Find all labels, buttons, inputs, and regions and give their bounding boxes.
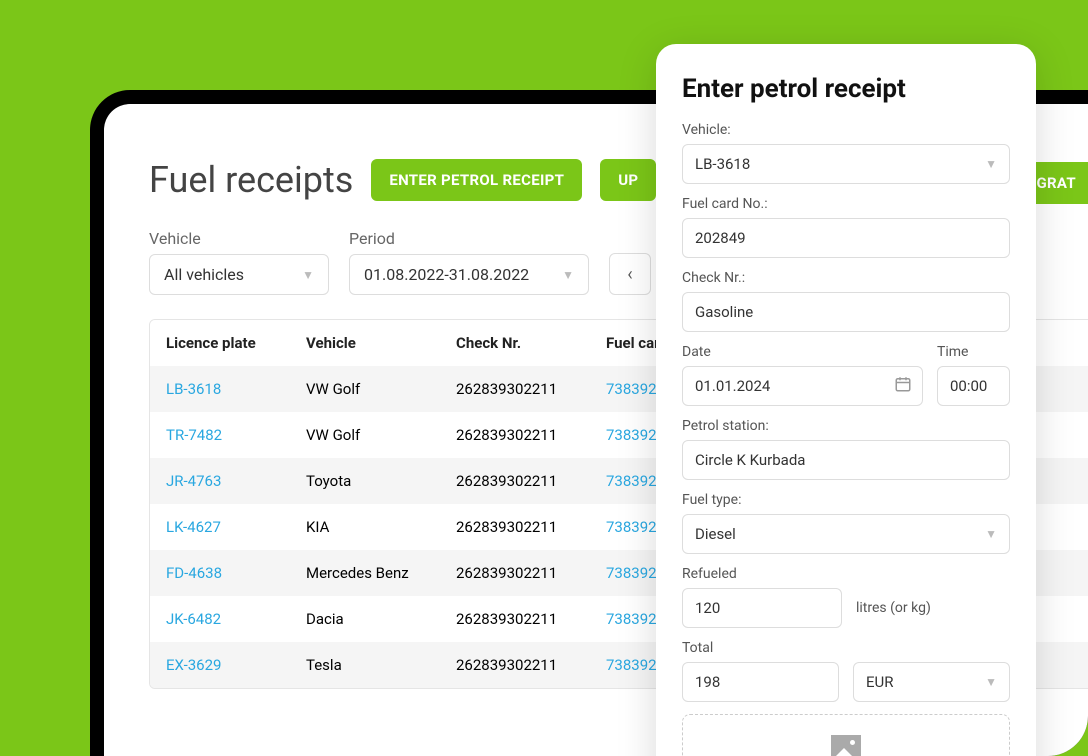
licence-link[interactable]: LK-4627 — [166, 518, 306, 536]
enter-receipt-modal: Enter petrol receipt Vehicle: LB-3618 ▼ … — [656, 44, 1036, 756]
vehicle-label: Vehicle: — [682, 122, 1010, 138]
licence-link[interactable]: JK-6482 — [166, 610, 306, 628]
vehicle-filter-label: Vehicle — [149, 229, 329, 248]
period-filter-select[interactable]: 01.08.2022-31.08.2022 ▼ — [349, 254, 589, 295]
fueltype-value: Diesel — [695, 525, 736, 543]
vehicle-select[interactable]: LB-3618 ▼ — [682, 144, 1010, 184]
vehicle-filter-value: All vehicles — [164, 265, 244, 284]
vehicle-cell: Mercedes Benz — [306, 564, 456, 582]
chevron-down-icon: ▼ — [985, 527, 997, 541]
check-cell: 262839302211 — [456, 564, 606, 582]
vehicle-cell: Tesla — [306, 656, 456, 674]
check-cell: 262839302211 — [456, 380, 606, 398]
vehicle-cell: VW Golf — [306, 380, 456, 398]
fueltype-label: Fuel type: — [682, 492, 1010, 508]
upload-button[interactable]: UP — [600, 159, 656, 201]
total-label: Total — [682, 640, 1010, 656]
vehicle-cell: KIA — [306, 518, 456, 536]
chevron-down-icon: ▼ — [302, 268, 314, 282]
vehicle-cell: Toyota — [306, 472, 456, 490]
col-check: Check Nr. — [456, 334, 606, 352]
refueled-label: Refueled — [682, 566, 1010, 582]
total-input[interactable] — [682, 662, 839, 702]
check-cell: 262839302211 — [456, 656, 606, 674]
check-input[interactable] — [682, 292, 1010, 332]
modal-title: Enter petrol receipt — [682, 74, 1010, 104]
vehicle-cell: VW Golf — [306, 426, 456, 444]
page-title: Fuel receipts — [149, 159, 353, 201]
licence-link[interactable]: TR-7482 — [166, 426, 306, 444]
period-filter-label: Period — [349, 229, 589, 248]
fuelcard-label: Fuel card No.: — [682, 196, 1010, 212]
check-cell: 262839302211 — [456, 518, 606, 536]
time-input[interactable] — [937, 366, 1010, 406]
date-label: Date — [682, 344, 923, 360]
check-cell: 262839302211 — [456, 426, 606, 444]
licence-link[interactable]: FD-4638 — [166, 564, 306, 582]
period-filter-value: 01.08.2022-31.08.2022 — [364, 265, 529, 284]
fuelcard-input[interactable] — [682, 218, 1010, 258]
licence-link[interactable]: JR-4763 — [166, 472, 306, 490]
chevron-down-icon: ▼ — [562, 268, 574, 282]
currency-value: EUR — [866, 673, 894, 691]
file-dropzone[interactable]: Choose file or drag and drop Allowed fil… — [682, 714, 1010, 756]
licence-link[interactable]: LB-3618 — [166, 380, 306, 398]
period-prev-button[interactable]: ‹ — [609, 253, 651, 295]
fueltype-select[interactable]: Diesel ▼ — [682, 514, 1010, 554]
col-vehicle: Vehicle — [306, 334, 456, 352]
calendar-icon — [894, 375, 912, 397]
check-cell: 262839302211 — [456, 610, 606, 628]
licence-link[interactable]: EX-3629 — [166, 656, 306, 674]
date-input[interactable] — [695, 367, 894, 405]
check-label: Check Nr.: — [682, 270, 1010, 286]
currency-select[interactable]: EUR ▼ — [853, 662, 1010, 702]
image-placeholder-icon — [831, 735, 861, 756]
vehicle-cell: Dacia — [306, 610, 456, 628]
chevron-down-icon: ▼ — [985, 675, 997, 689]
check-cell: 262839302211 — [456, 472, 606, 490]
enter-petrol-receipt-button[interactable]: ENTER PETROL RECEIPT — [371, 159, 582, 201]
station-label: Petrol station: — [682, 418, 1010, 434]
vehicle-select-value: LB-3618 — [695, 155, 750, 173]
refueled-input[interactable] — [682, 588, 842, 628]
vehicle-filter-select[interactable]: All vehicles ▼ — [149, 254, 329, 295]
refueled-unit: litres (or kg) — [856, 600, 931, 616]
chevron-left-icon: ‹ — [627, 264, 632, 285]
col-licence: Licence plate — [166, 334, 306, 352]
date-input-wrapper[interactable] — [682, 366, 923, 406]
time-label: Time — [937, 344, 1010, 360]
chevron-down-icon: ▼ — [985, 157, 997, 171]
station-input[interactable] — [682, 440, 1010, 480]
